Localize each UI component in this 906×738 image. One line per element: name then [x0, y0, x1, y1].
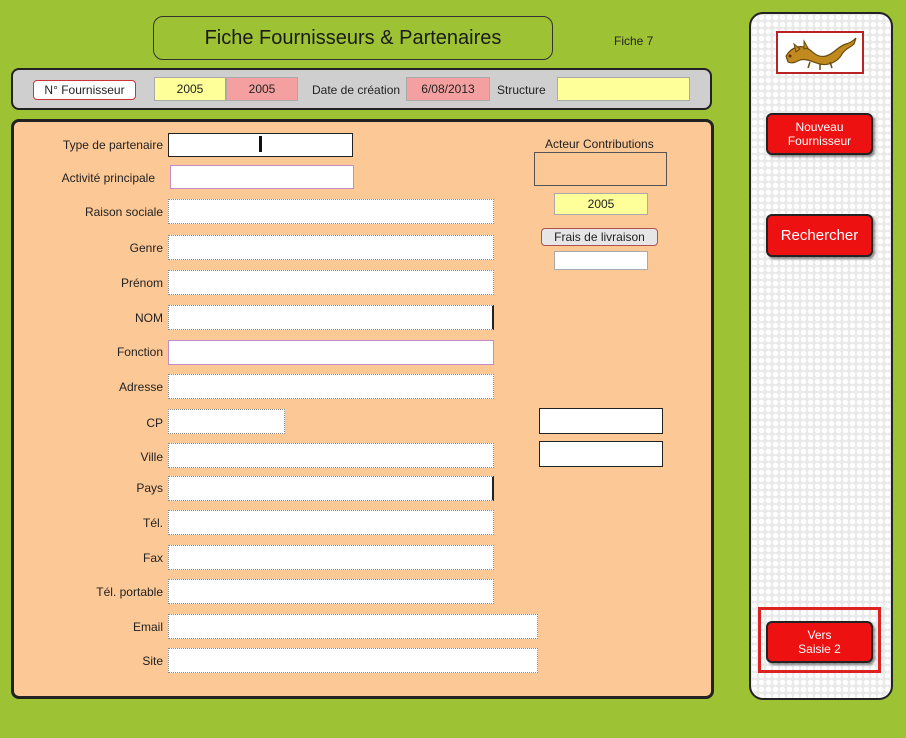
adresse-field[interactable] [168, 374, 494, 399]
acteur-contributions-field[interactable] [534, 152, 667, 186]
genre-label: Genre [129, 241, 163, 255]
ville-field[interactable] [168, 443, 494, 468]
fax-label: Fax [142, 551, 163, 565]
pays-label: Pays [136, 481, 163, 495]
text-cursor [259, 136, 262, 152]
creation-date-field[interactable]: 6/08/2013 [406, 77, 490, 101]
vers-line2: Saisie 2 [798, 642, 841, 656]
supplier-number-label: N° Fournisseur [33, 80, 136, 100]
structure-field[interactable] [557, 77, 690, 101]
vers-saisie-button[interactable]: Vers Saisie 2 [766, 621, 873, 663]
raison-sociale-field[interactable] [168, 199, 494, 224]
cp-label: CP [146, 416, 163, 430]
activite-label: Activité principale [61, 171, 155, 185]
nouveau-line1: Nouveau [795, 120, 844, 134]
tel-portable-label: Tél. portable [96, 585, 163, 599]
raison-sociale-label: Raison sociale [84, 205, 163, 219]
tel-field[interactable] [168, 510, 494, 535]
fax-field[interactable] [168, 545, 494, 570]
supplier-number-field[interactable]: 2005 [154, 77, 226, 101]
email-label: Email [132, 620, 163, 634]
prenom-label: Prénom [120, 276, 163, 290]
fonction-label: Fonction [116, 345, 163, 359]
dragon-icon [785, 37, 857, 70]
type-partenaire-label: Type de partenaire [62, 138, 163, 152]
site-label: Site [142, 654, 163, 668]
creation-date-label: Date de création [312, 83, 401, 97]
email-field[interactable] [168, 614, 538, 639]
pays-field[interactable] [168, 476, 494, 501]
genre-field[interactable] [168, 235, 494, 260]
ville-label: Ville [140, 450, 163, 464]
frais-livraison-button[interactable]: Frais de livraison [541, 228, 658, 246]
fiche-number: Fiche 7 [614, 34, 654, 48]
nouveau-fournisseur-button[interactable]: Nouveau Fournisseur [766, 113, 873, 155]
fonction-field[interactable] [168, 340, 494, 365]
tel-portable-field[interactable] [168, 579, 494, 604]
structure-label: Structure [497, 83, 546, 97]
site-field[interactable] [168, 648, 538, 673]
tel-label: Tél. [142, 516, 163, 530]
nom-field[interactable] [168, 305, 494, 330]
cp-field[interactable] [168, 409, 285, 434]
prenom-field[interactable] [168, 270, 494, 295]
page-title: Fiche Fournisseurs & Partenaires [153, 16, 553, 60]
adresse-label: Adresse [118, 380, 163, 394]
cp-extra-field[interactable] [539, 408, 663, 434]
dragon-logo [776, 31, 864, 74]
supplier-number-secondary[interactable]: 2005 [226, 77, 298, 101]
nouveau-line2: Fournisseur [787, 134, 852, 148]
vers-line1: Vers [807, 628, 832, 642]
nom-label: NOM [135, 311, 163, 325]
frais-livraison-field[interactable] [554, 251, 648, 270]
acteur-contributions-label: Acteur Contributions [545, 137, 654, 151]
rechercher-button[interactable]: Rechercher [766, 214, 873, 257]
year-field[interactable]: 2005 [554, 193, 648, 215]
activite-field[interactable] [170, 165, 354, 189]
ville-extra-field[interactable] [539, 441, 663, 467]
